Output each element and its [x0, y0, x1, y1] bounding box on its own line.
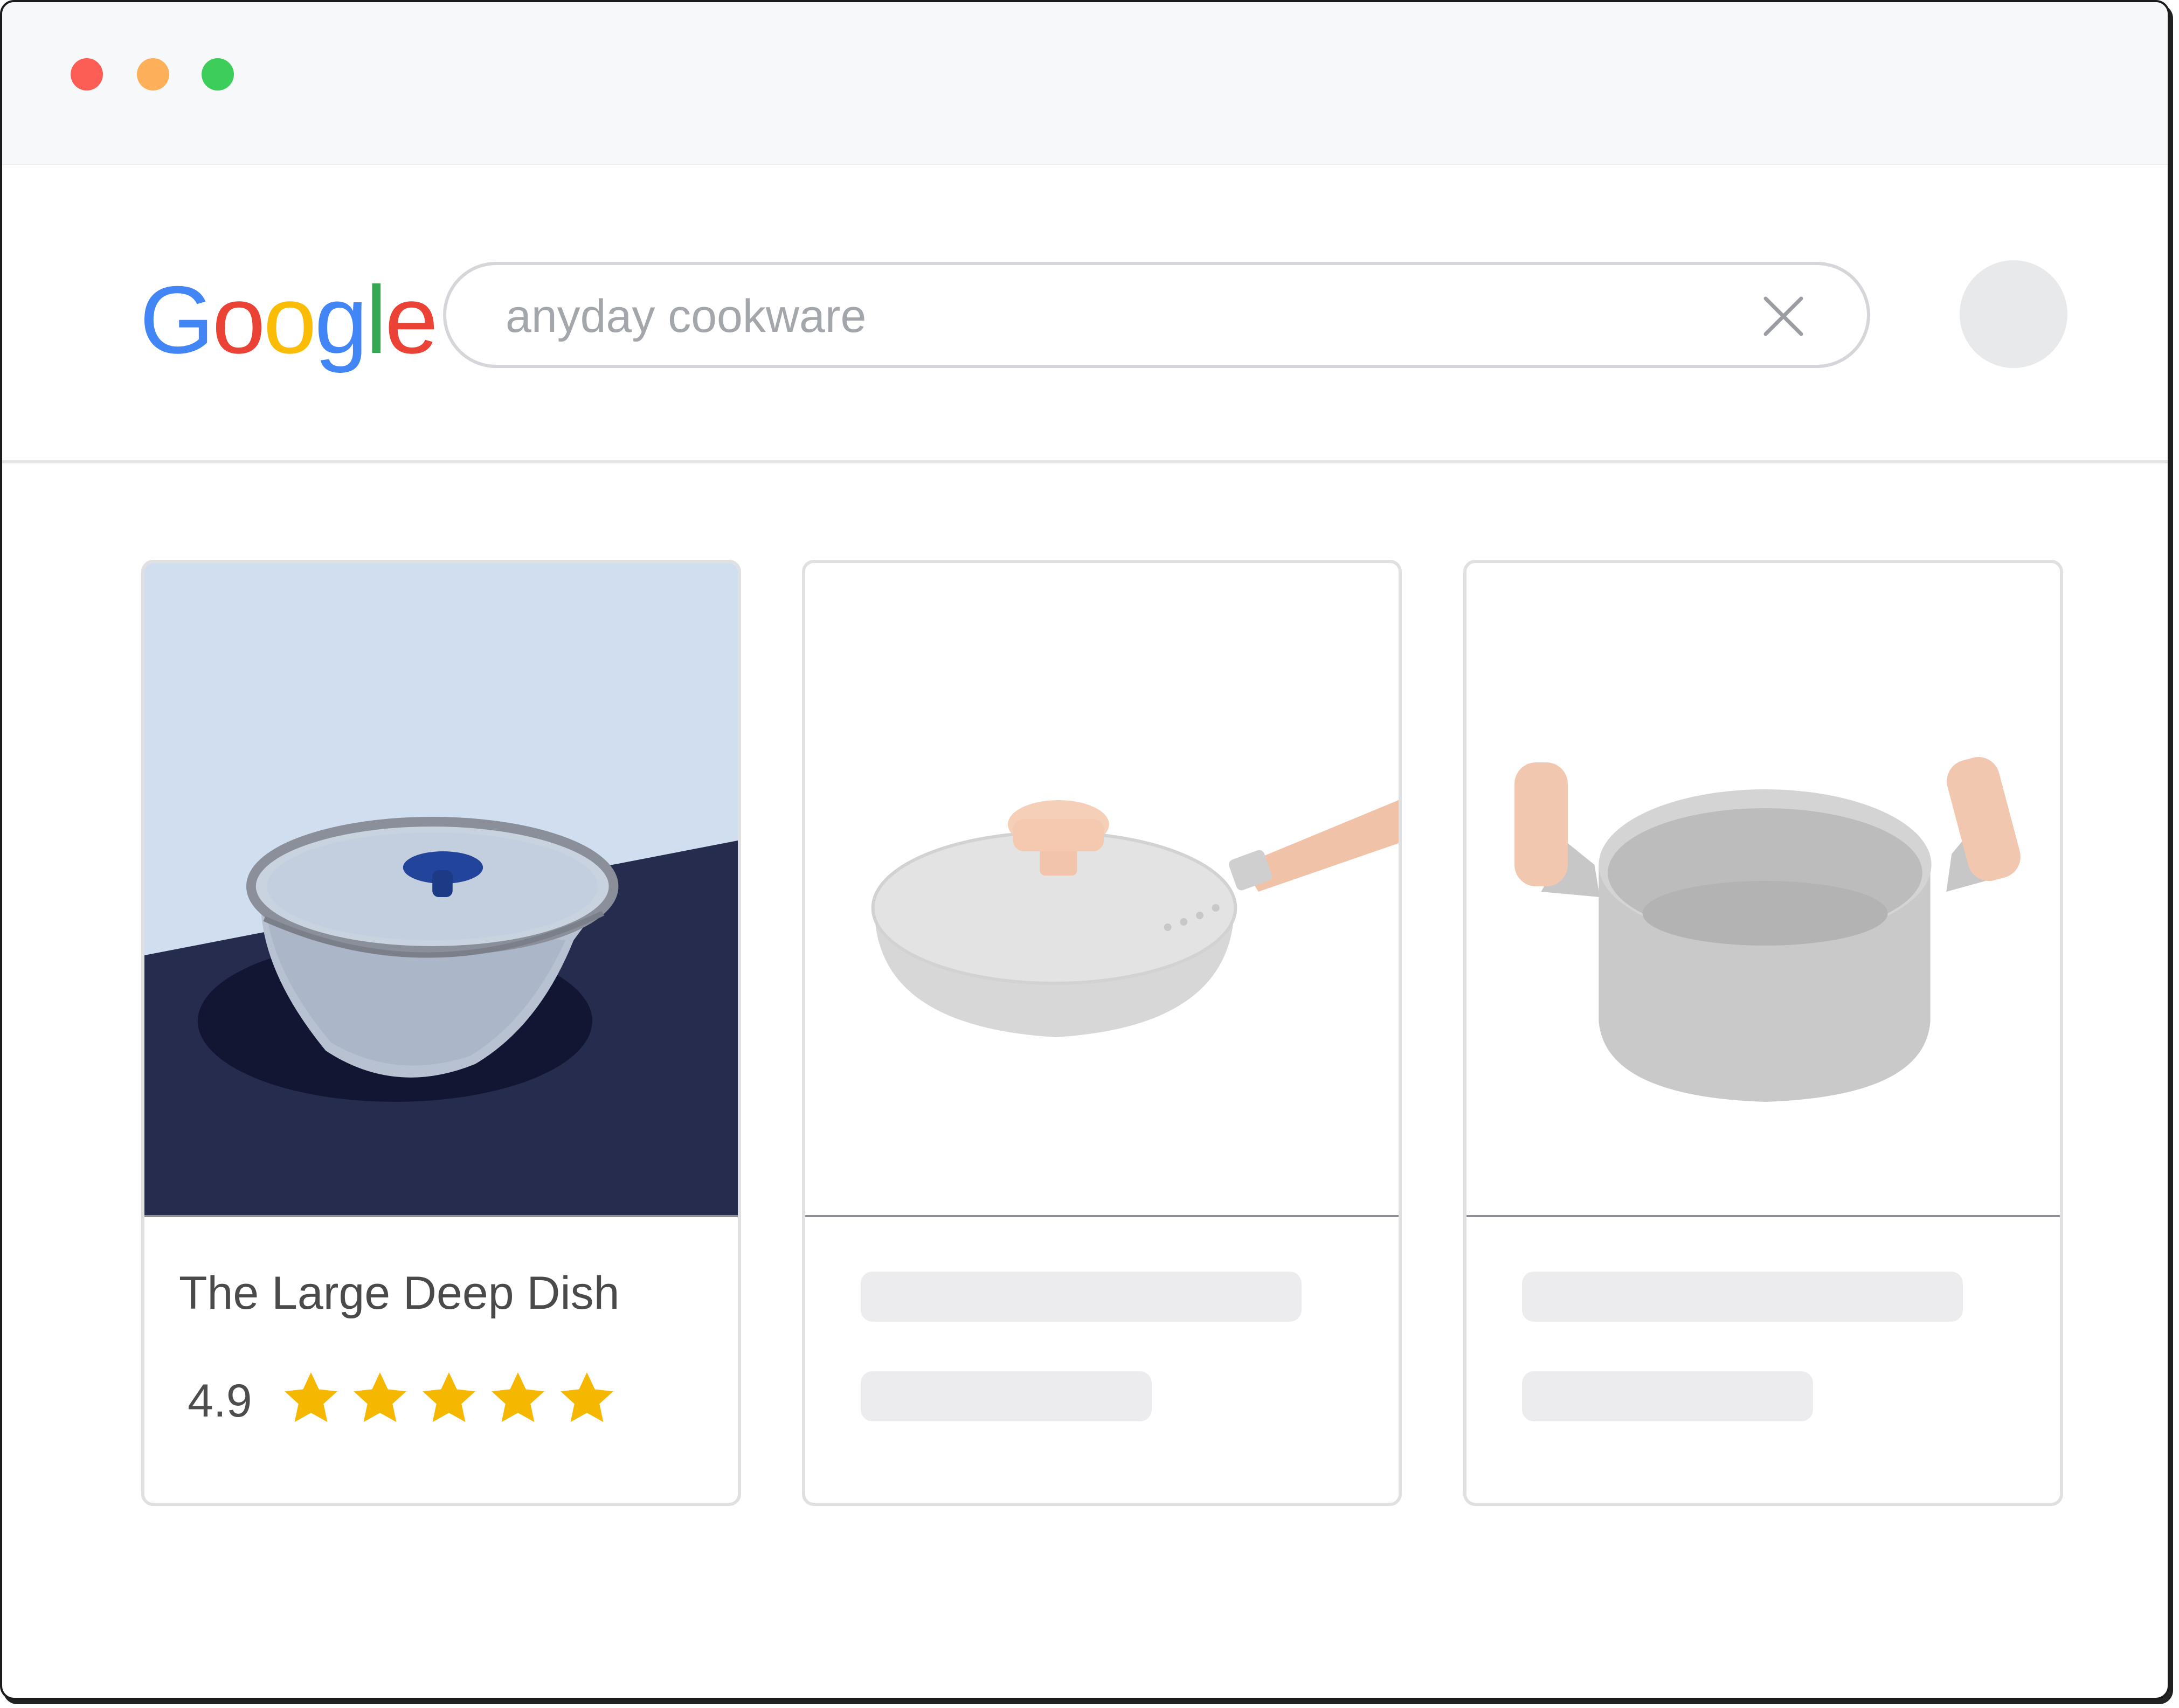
logo-letter: o — [212, 266, 265, 373]
logo-letter: g — [314, 266, 368, 373]
product-card-large-deep-dish[interactable]: The Large Deep Dish 4.9 — [141, 560, 741, 1506]
logo-letter: o — [263, 266, 316, 373]
minimize-window-button[interactable] — [137, 58, 169, 91]
search-input[interactable]: anyday cookware — [443, 262, 1870, 368]
browser-window: Google anyday cookware The Large Deep Di… — [0, 0, 2170, 1700]
title-placeholder — [1522, 1272, 1963, 1322]
star-icon — [492, 1372, 544, 1422]
star-rating — [280, 1369, 618, 1430]
star-icon — [561, 1372, 613, 1422]
close-window-button[interactable] — [71, 58, 103, 91]
deep-dish-product-image — [144, 563, 738, 1215]
product-card-placeholder[interactable] — [802, 560, 1402, 1506]
star-icon — [423, 1372, 475, 1422]
title-placeholder — [861, 1272, 1302, 1322]
avatar[interactable] — [1960, 260, 2067, 368]
subtitle-placeholder — [1522, 1371, 1813, 1421]
saute-pan-product-image — [805, 563, 1399, 1215]
card-divider — [1466, 1215, 2060, 1217]
close-icon[interactable] — [1760, 293, 1807, 339]
logo-letter: l — [365, 266, 386, 373]
product-title[interactable]: The Large Deep Dish — [179, 1263, 619, 1323]
stock-pot-product-image — [1466, 563, 2060, 1215]
logo-letter: e — [385, 266, 438, 373]
product-card-placeholder[interactable] — [1463, 560, 2063, 1506]
card-divider — [144, 1215, 738, 1217]
star-icon — [354, 1372, 406, 1422]
logo-letter: G — [140, 266, 214, 373]
rating-value: 4.9 — [188, 1375, 252, 1427]
subtitle-placeholder — [861, 1371, 1152, 1421]
maximize-window-button[interactable] — [202, 58, 234, 91]
card-divider — [805, 1215, 1399, 1217]
title-bar — [2, 2, 2168, 165]
star-icon — [285, 1372, 337, 1422]
search-query-text: anyday cookware — [506, 290, 867, 342]
google-logo[interactable]: Google — [140, 266, 438, 374]
